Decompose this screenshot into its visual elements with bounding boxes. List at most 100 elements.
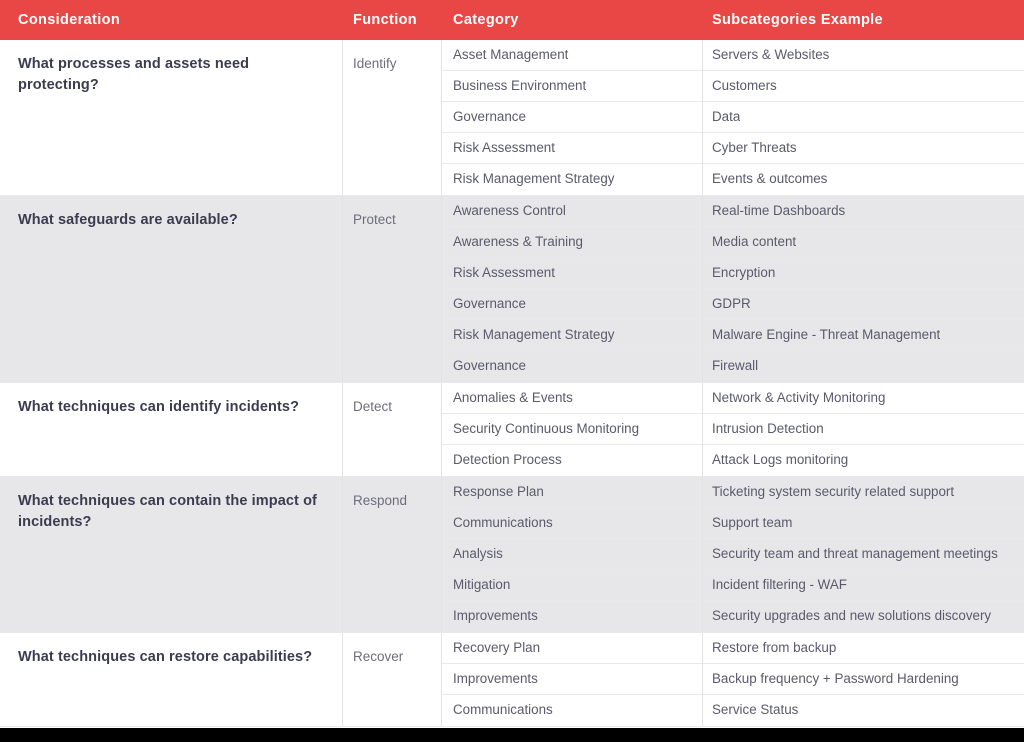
column-header-function: Function (353, 12, 418, 28)
consideration-cell: What techniques can contain the impact o… (0, 477, 343, 632)
subcategory-text: Real-time Dashboards (712, 202, 846, 218)
subcategory-text: Security upgrades and new solutions disc… (712, 608, 992, 624)
subcategory-text: Customers (712, 77, 777, 93)
subcategory-rows: Awareness Control Real-time Dashboards Awa… (442, 195, 1024, 382)
subcategory-cell: Attack Logs monitoring (703, 445, 1024, 476)
subcategory-text: Attack Logs monitoring (712, 452, 849, 468)
table-row: Governance GDPR (442, 288, 1024, 320)
category-text: Communications (453, 514, 553, 530)
subcategory-cell: Service Status (703, 695, 1024, 726)
subcategory-text: Service Status (712, 702, 799, 718)
subcategory-rows: Asset Management Servers & Websites Busine… (442, 39, 1024, 195)
subcategory-cell: Intrusion Detection (703, 414, 1024, 445)
category-text: Recovery Plan (453, 639, 541, 655)
table-row: Risk Assessment Encryption (442, 257, 1024, 289)
table-row: Business Environment Customers (442, 70, 1024, 102)
subcategory-cell: Ticketing system security related suppor… (703, 477, 1024, 508)
function-text: Recover (353, 649, 404, 664)
category-text: Governance (453, 108, 526, 124)
category-text: Awareness Control (453, 202, 566, 218)
category-cell: Awareness & Training (442, 226, 703, 258)
function-cell: Detect (343, 383, 442, 476)
table-row: Communications Support team (442, 507, 1024, 539)
category-cell: Analysis (442, 538, 703, 570)
table-row: Risk Assessment Cyber Threats (442, 132, 1024, 164)
subcategory-rows: Recovery Plan Restore from backup Improvem… (442, 632, 1024, 726)
consideration-text: What processes and assets need protectin… (18, 56, 250, 93)
subcategory-cell: GDPR (703, 289, 1024, 320)
category-cell: Anomalies & Events (442, 382, 703, 414)
subcategory-cell: Real-time Dashboards (703, 196, 1024, 227)
subcategory-cell: Security upgrades and new solutions disc… (703, 601, 1024, 632)
consideration-text: What techniques can restore capabilities… (18, 649, 313, 665)
consideration-text: What techniques can identify incidents? (18, 399, 300, 415)
function-text: Protect (353, 212, 396, 227)
consideration-text: What techniques can contain the impact o… (18, 493, 317, 530)
subcategory-cell: Data (703, 102, 1024, 133)
category-cell: Governance (442, 351, 703, 382)
subcategory-text: Ticketing system security related suppor… (712, 483, 955, 499)
table-body: What processes and assets need protectin… (0, 39, 1024, 727)
function-text: Identify (353, 56, 397, 71)
category-cell: Mitigation (442, 569, 703, 601)
category-text: Risk Management Strategy (453, 171, 615, 187)
function-text: Respond (353, 493, 408, 508)
consideration-cell: What techniques can identify incidents? (0, 383, 343, 476)
category-cell: Security Continuous Monitoring (442, 413, 703, 445)
category-text: Asset Management (453, 46, 569, 62)
category-cell: Awareness Control (442, 195, 703, 227)
table-row: Anomalies & Events Network & Activity Mon… (442, 382, 1024, 414)
category-cell: Risk Management Strategy (442, 319, 703, 351)
subcategory-text: GDPR (712, 295, 751, 311)
table-header-row: Consideration Function Category Subcateg… (0, 0, 1024, 40)
category-cell: Recovery Plan (442, 632, 703, 664)
subcategory-rows: Response Plan Ticketing system security r… (442, 476, 1024, 632)
subcategory-text: Incident filtering - WAF (712, 576, 847, 592)
function-cell: Protect (343, 196, 442, 382)
subcategory-text: Support team (712, 514, 793, 530)
category-text: Communications (453, 702, 553, 718)
table-row: Security Continuous Monitoring Intrusion … (442, 413, 1024, 445)
subcategory-text: Malware Engine - Threat Management (712, 326, 941, 342)
category-text: Risk Assessment (453, 139, 555, 155)
category-text: Detection Process (453, 452, 562, 468)
table-row: Risk Management Strategy Malware Engine -… (442, 319, 1024, 351)
subcategory-rows: Anomalies & Events Network & Activity Mon… (442, 382, 1024, 476)
subcategory-cell: Firewall (703, 351, 1024, 382)
category-cell: Response Plan (442, 476, 703, 508)
subcategory-cell: Media content (703, 227, 1024, 258)
category-text: Analysis (453, 545, 503, 561)
subcategory-text: Encryption (712, 264, 776, 280)
consideration-cell: What safeguards are available? (0, 196, 343, 382)
table-row: Detection Process Attack Logs monitoring (442, 445, 1024, 476)
subcategory-cell: Cyber Threats (703, 133, 1024, 164)
category-cell: Risk Management Strategy (442, 164, 703, 195)
table-row: Communications Service Status (442, 695, 1024, 726)
subcategory-cell: Servers & Websites (703, 40, 1024, 71)
category-text: Governance (453, 295, 526, 311)
table-row: Asset Management Servers & Websites (442, 39, 1024, 71)
consideration-text: What safeguards are available? (18, 212, 238, 228)
function-group-respond: What techniques can contain the impact o… (0, 476, 1024, 633)
table-row: Risk Management Strategy Events & outcome… (442, 164, 1024, 195)
table-row: Analysis Security team and threat managem… (442, 538, 1024, 570)
subcategory-cell: Restore from backup (703, 633, 1024, 664)
category-cell: Asset Management (442, 39, 703, 71)
function-cell: Identify (343, 40, 442, 195)
function-group-detect: What techniques can identify incidents? D… (0, 382, 1024, 477)
category-text: Risk Management Strategy (453, 326, 615, 342)
category-cell: Governance (442, 101, 703, 133)
category-cell: Improvements (442, 601, 703, 632)
function-group-identify: What processes and assets need protectin… (0, 39, 1024, 196)
table-row: Response Plan Ticketing system security r… (442, 476, 1024, 508)
function-text: Detect (353, 399, 393, 414)
function-group-protect: What safeguards are available? Protect Awa… (0, 195, 1024, 383)
subcategory-text: Backup frequency + Password Hardening (712, 670, 959, 686)
subcategory-text: Firewall (712, 358, 759, 374)
subcategory-cell: Security team and threat management meet… (703, 539, 1024, 570)
subcategory-cell: Malware Engine - Threat Management (703, 320, 1024, 351)
subcategory-cell: Encryption (703, 258, 1024, 289)
category-cell: Communications (442, 507, 703, 539)
subcategory-cell: Support team (703, 508, 1024, 539)
subcategory-text: Cyber Threats (712, 139, 797, 155)
